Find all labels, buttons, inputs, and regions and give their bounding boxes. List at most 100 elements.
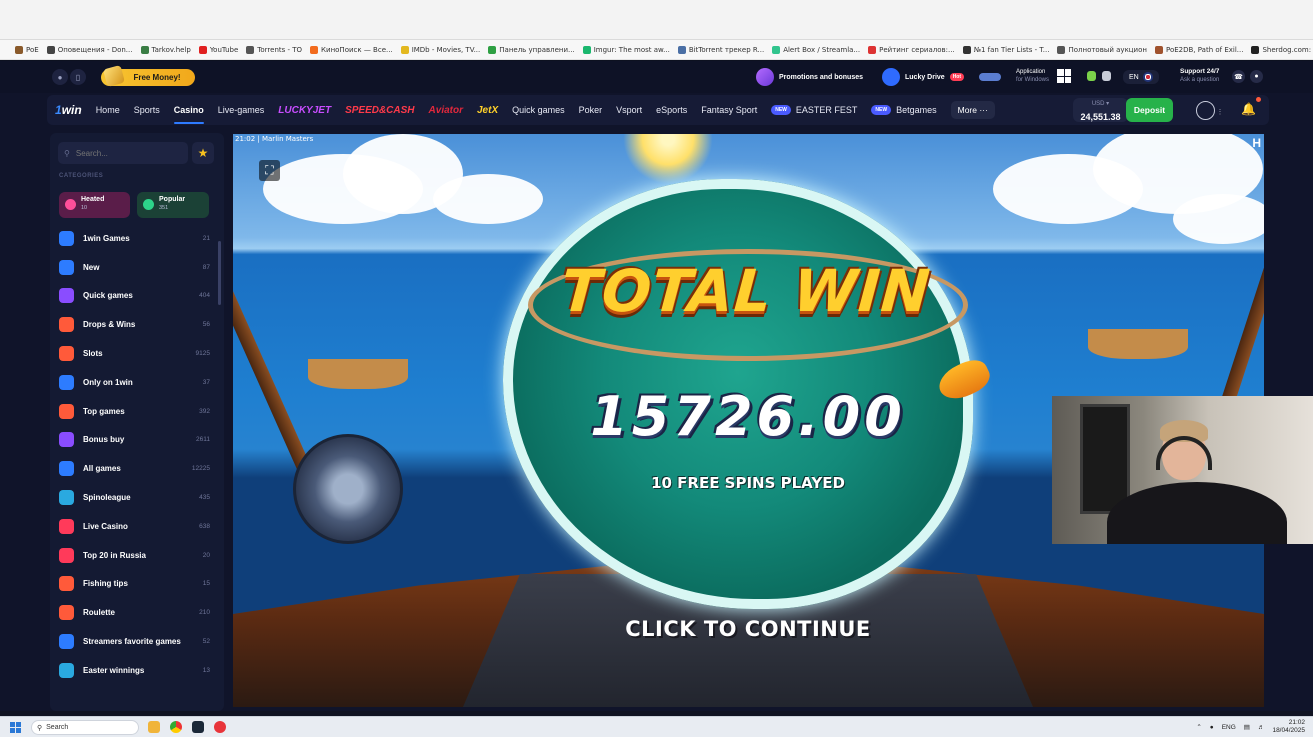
bookmark-item[interactable]: PoE2DB, Path of Exil... [1154, 45, 1243, 54]
bookmark-item[interactable]: Панель управлени... [488, 45, 575, 54]
bookmark-item[interactable]: IMDb - Movies, TV... [400, 45, 480, 54]
bookmark-item[interactable]: КиноПоиск — Все... [310, 45, 393, 54]
nav-live-games[interactable]: Live-games [218, 105, 265, 115]
category-item[interactable]: Bonus buy 2611 [50, 426, 220, 455]
bookmark-item[interactable]: Imgur: The most aw... [582, 45, 670, 54]
nav-logo-luckyjet[interactable]: LUCKYJET [278, 105, 331, 116]
network-icon[interactable]: ▤ [1244, 723, 1250, 731]
nav-betgames[interactable]: Betgames [896, 105, 937, 115]
nav-logo-speed-cash[interactable]: SPEED&CASH [345, 105, 414, 116]
nav-logo-jetx[interactable]: JetX [477, 105, 498, 116]
bell-icon[interactable]: 🔔 [1241, 102, 1256, 118]
click-to-continue[interactable]: CLICK TO CONTINUE [553, 617, 943, 641]
menu-dots-icon[interactable]: ⋮ [1217, 105, 1224, 118]
nav-fantasy-sport[interactable]: Fantasy Sport [701, 105, 757, 115]
categories-title: CATEGORIES [59, 173, 104, 179]
fullscreen-icon[interactable]: ⛶ [259, 160, 280, 181]
android-icon[interactable] [1087, 71, 1096, 81]
profile-avatar-icon[interactable] [1196, 101, 1215, 120]
volume-icon[interactable]: ♬ [1258, 724, 1265, 731]
nav-logo-aviator[interactable]: Aviator [429, 105, 463, 116]
category-count: 52 [202, 638, 210, 646]
nav-esports[interactable]: eSports [656, 105, 687, 115]
category-item[interactable]: Roulette 210 [50, 598, 220, 627]
category-item[interactable]: Easter winnings 13 [50, 656, 220, 685]
category-item[interactable]: Fishing tips 15 [50, 570, 220, 599]
mic-icon[interactable]: ● [1210, 724, 1214, 731]
bookmark-item[interactable]: Рейтинг сериалов:... [868, 45, 955, 54]
category-item[interactable]: Spinoleague 435 [50, 483, 220, 512]
free-money-button[interactable]: Free Money! [101, 64, 195, 88]
nav-quick-games[interactable]: Quick games [512, 105, 565, 115]
taskbar-search[interactable]: ⚲ Search [31, 720, 139, 735]
bookmark-item[interactable]: BitTorrent трекер R... [677, 45, 764, 54]
tray-language[interactable]: ENG [1222, 724, 1236, 731]
nav-more-button[interactable]: More ··· [950, 101, 995, 119]
category-item[interactable]: New 87 [50, 253, 220, 282]
nav-sports[interactable]: Sports [134, 105, 160, 115]
language-selector[interactable]: EN [1123, 70, 1159, 84]
chat-icon[interactable]: ● [1250, 70, 1263, 83]
start-icon[interactable] [10, 722, 21, 733]
game-search[interactable]: ⚲ [58, 142, 188, 164]
bookmark-favicon-icon [15, 45, 23, 54]
category-item[interactable]: 1win Games 21 [50, 224, 220, 253]
bookmark-item[interactable]: Sherdog.com: UFC... [1251, 45, 1313, 54]
chevron-up-icon[interactable]: ⌃ [1196, 723, 1201, 731]
sidebar-scrollbar[interactable] [218, 241, 221, 305]
support-subtitle: Ask a question [1180, 77, 1220, 83]
category-label: Roulette [83, 608, 115, 618]
favorites-star-icon[interactable]: ★ [192, 142, 214, 164]
casino-site: ● ▯ Free Money! Promotions and bonuses L… [0, 61, 1313, 711]
nav-home[interactable]: Home [96, 105, 120, 115]
category-item[interactable]: Streamers favorite games 52 [50, 627, 220, 656]
apple-icon[interactable] [1102, 71, 1111, 81]
category-item[interactable]: Slots 9125 [50, 339, 220, 368]
support-link[interactable]: Support 24/7 Ask a question [1180, 68, 1219, 84]
windows-icon[interactable] [1057, 69, 1071, 83]
chip-count: 351 [159, 205, 169, 211]
bookmark-item[interactable]: Оповещения - Don... [46, 45, 133, 54]
category-item[interactable]: Live Casino 638 [50, 512, 220, 541]
category-item[interactable]: Quick games 404 [50, 282, 220, 311]
nav-casino[interactable]: Casino [173, 105, 204, 124]
app-download-link[interactable]: Application for Windows [1016, 68, 1049, 84]
clock[interactable]: 21:02 18/04/2025 [1272, 719, 1305, 735]
nav-vsport[interactable]: Vsport [616, 105, 642, 115]
category-item[interactable]: Top 20 in Russia 20 [50, 541, 220, 570]
category-item[interactable]: Top games 392 [50, 397, 220, 426]
balance-display[interactable]: USD ▾ 24,551.38 [1073, 98, 1128, 122]
category-item[interactable]: Only on 1win 37 [50, 368, 220, 397]
bookmark-item[interactable]: №1 fan Tier Lists - T... [962, 45, 1049, 54]
phone-icon[interactable]: ☎ [1232, 70, 1245, 83]
nav-easter-fest[interactable]: EASTER FEST [796, 105, 858, 115]
taskbar-search-label: Search [46, 724, 69, 731]
category-label: Quick games [83, 291, 133, 301]
bookmark-item[interactable]: Tarkov.help [140, 45, 191, 54]
chip-popular[interactable]: Popular 351 [137, 192, 209, 218]
mobile-icon[interactable]: ▯ [70, 69, 86, 85]
bookmark-item[interactable]: Полнотовый аукцион [1057, 45, 1147, 54]
bookmark-item[interactable]: YouTube [198, 45, 238, 54]
apps-grid-icon[interactable] [6, 45, 7, 54]
category-item[interactable]: All games 12225 [50, 454, 220, 483]
bookmark-item[interactable]: Torrents - TO [246, 45, 302, 54]
chip-heated[interactable]: Heated 10 [59, 192, 130, 218]
chrome-icon[interactable] [170, 721, 182, 733]
steam-icon[interactable] [192, 721, 204, 733]
category-item[interactable]: Drops & Wins 56 [50, 310, 220, 339]
search-input[interactable] [75, 148, 176, 158]
file-explorer-icon[interactable] [148, 721, 160, 733]
deposit-button[interactable]: Deposit [1126, 98, 1173, 122]
category-label: Easter winnings [83, 665, 145, 675]
chip-count: 10 [81, 205, 88, 211]
bookmark-item[interactable]: Alert Box / Streamla... [772, 45, 860, 54]
lucky-drive-link[interactable]: Lucky Drive Hot [882, 68, 1002, 86]
bookmark-item[interactable]: PoE [15, 45, 39, 54]
lock-icon[interactable]: ● [52, 69, 68, 85]
promotions-link[interactable]: Promotions and bonuses [756, 68, 863, 86]
brand-logo[interactable]: 1win [55, 103, 82, 117]
app-icon[interactable] [214, 721, 226, 733]
nav-poker[interactable]: Poker [579, 105, 603, 115]
free-money-label: Free Money! [133, 73, 181, 82]
